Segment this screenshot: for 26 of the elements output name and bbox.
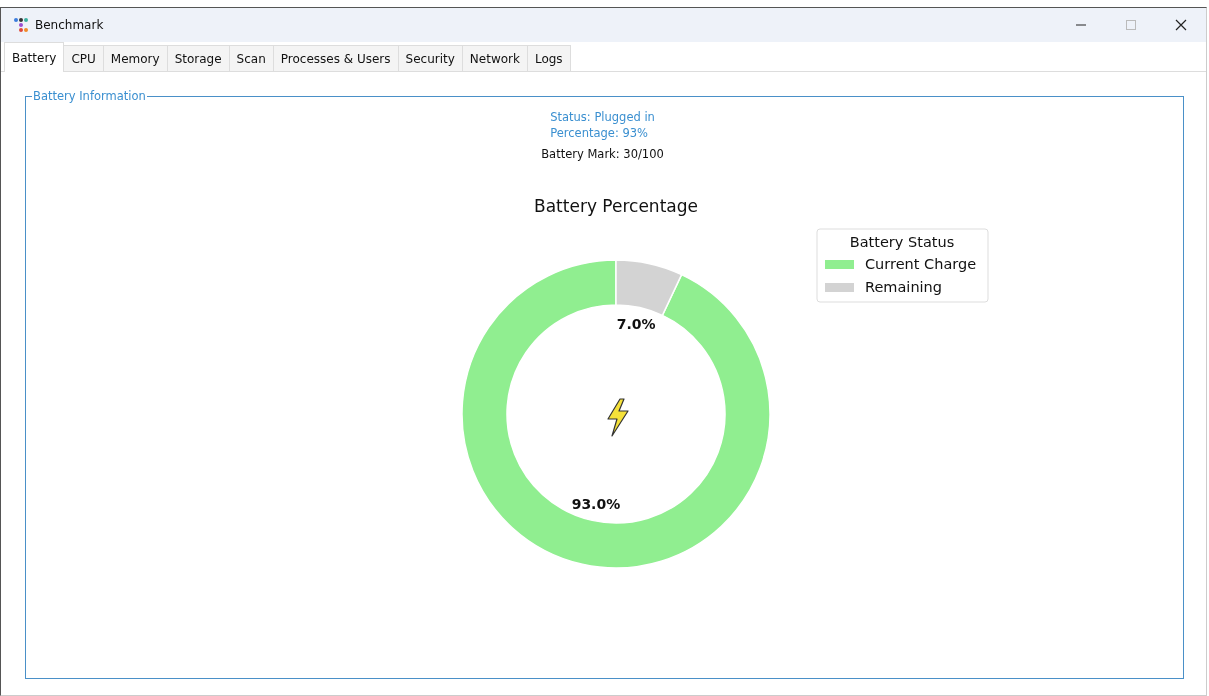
tab[interactable]: Network	[461, 45, 528, 71]
group-title: Battery Information	[32, 89, 147, 103]
close-icon	[1175, 19, 1187, 31]
legend-title: Battery Status	[849, 234, 954, 250]
tab[interactable]: Processes & Users	[272, 45, 399, 71]
maximize-icon	[1125, 19, 1137, 31]
value-label: 7.0%	[616, 316, 655, 333]
tab[interactable]: Security	[397, 45, 463, 71]
app-logo-icon	[13, 17, 29, 33]
status-text: Status: Plugged in	[550, 109, 655, 125]
legend-label: Remaining	[864, 279, 942, 295]
tab[interactable]: Logs	[526, 45, 571, 71]
percentage-text: Percentage: 93%	[550, 125, 648, 141]
tab[interactable]: Memory	[102, 45, 168, 71]
value-label: 93.0%	[571, 495, 620, 512]
tab[interactable]: Storage	[166, 45, 230, 71]
tab[interactable]: Battery	[4, 42, 65, 72]
tab[interactable]: CPU	[63, 45, 104, 71]
legend-swatch	[824, 283, 854, 292]
legend-swatch	[824, 260, 854, 269]
tab[interactable]: Scan	[228, 45, 274, 71]
chart-title: Battery Percentage	[533, 196, 698, 216]
battery-mark-text: Battery Mark: 30/100	[541, 146, 664, 162]
window-title: Benchmark	[35, 18, 104, 32]
lightning-bolt-icon	[606, 398, 629, 437]
legend-label: Current Charge	[864, 256, 976, 272]
